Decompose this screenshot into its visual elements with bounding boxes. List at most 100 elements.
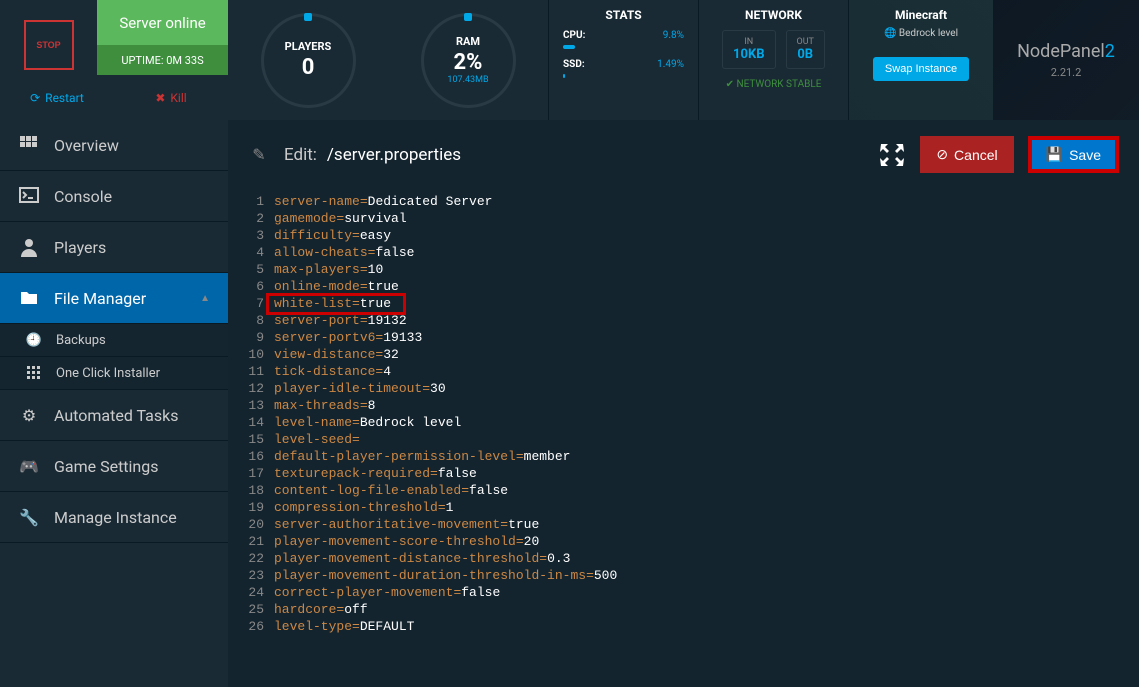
code-line[interactable]: server-portv6=19133 [274,329,1139,346]
network-panel: NETWORK IN10KB OUT0B ✔ NETWORK STABLE [698,0,848,120]
line-number: 12 [238,380,264,397]
grid-icon [18,134,40,156]
line-number: 6 [238,278,264,295]
nav-backups[interactable]: 🕘 Backups [0,324,228,357]
code-line[interactable]: level-seed= [274,431,1139,448]
nav-console[interactable]: Console [0,171,228,222]
code-line[interactable]: white-list=true [274,295,1139,312]
expand-icon[interactable] [878,141,906,169]
apps-icon [26,365,42,381]
line-number: 25 [238,601,264,618]
code-line[interactable]: tick-distance=4 [274,363,1139,380]
cpu-value: 9.8% [663,30,684,41]
line-number: 15 [238,431,264,448]
line-gutter: 1234567891011121314151617181920212223242… [238,193,274,687]
console-icon [18,185,40,207]
line-number: 23 [238,567,264,584]
stats-title: STATS [563,8,684,22]
save-icon: 💾 [1046,146,1063,163]
nav-one-click[interactable]: One Click Installer [0,357,228,390]
clock-icon: 🕘 [26,332,42,348]
nav-game-settings[interactable]: 🎮 Game Settings [0,441,228,492]
code-line[interactable]: level-name=Bedrock level [274,414,1139,431]
line-number: 2 [238,210,264,227]
swap-instance-button[interactable]: Swap Instance [873,57,969,81]
minecraft-panel: Minecraft 🌐 Bedrock level Swap Instance [848,0,993,120]
code-line[interactable]: hardcore=off [274,601,1139,618]
restart-button[interactable]: ⟳ Restart [0,75,114,120]
line-number: 3 [238,227,264,244]
edit-title: Edit: /server.properties [284,145,864,165]
code-line[interactable]: level-type=DEFAULT [274,618,1139,635]
nav-manage-instance[interactable]: 🔧 Manage Instance [0,492,228,543]
uptime: UPTIME: 0M 33S [97,45,228,75]
code-line[interactable]: compression-threshold=1 [274,499,1139,516]
stats-panel: STATS CPU:9.8% SSD:1.49% [548,0,698,120]
line-number: 13 [238,397,264,414]
pencil-icon: ✎ [248,144,270,166]
nav-automated-tasks[interactable]: ⚙ Automated Tasks [0,390,228,441]
code-line[interactable]: online-mode=true [274,278,1139,295]
wrench-icon: 🔧 [18,506,40,528]
save-button[interactable]: 💾 Save [1028,136,1119,173]
line-number: 20 [238,516,264,533]
code-line[interactable]: max-players=10 [274,261,1139,278]
code-line[interactable]: player-movement-score-threshold=20 [274,533,1139,550]
line-number: 9 [238,329,264,346]
code-line[interactable]: server-authoritative-movement=true [274,516,1139,533]
network-out: OUT0B [786,30,825,69]
code-line[interactable]: server-port=19132 [274,312,1139,329]
network-title: NETWORK [713,8,834,22]
ssd-label: SSD: [563,59,585,70]
sidebar: Overview Console Players File Manager ▲ … [0,120,228,687]
gears-icon: ⚙ [18,404,40,426]
code-line[interactable]: player-idle-timeout=30 [274,380,1139,397]
stop-button[interactable]: STOP [24,20,74,70]
nav-overview[interactable]: Overview [0,120,228,171]
code-line[interactable]: texturepack-required=false [274,465,1139,482]
edit-path: /server.properties [327,145,461,165]
nodepanel-version: 2.21.2 [1051,66,1082,79]
nodepanel-logo: NodePanel2 2.21.2 [993,0,1139,120]
kill-icon: ✖ [155,91,165,105]
code-line[interactable]: correct-player-movement=false [274,584,1139,601]
code-editor[interactable]: 1234567891011121314151617181920212223242… [228,189,1139,687]
line-number: 11 [238,363,264,380]
code-line[interactable]: allow-cheats=false [274,244,1139,261]
network-stable: ✔ NETWORK STABLE [713,79,834,90]
code-line[interactable]: max-threads=8 [274,397,1139,414]
line-number: 21 [238,533,264,550]
line-number: 5 [238,261,264,278]
cancel-button[interactable]: ⊘ Cancel [920,136,1013,173]
line-number: 1 [238,193,264,210]
code-body[interactable]: server-name=Dedicated Servergamemode=sur… [274,193,1139,687]
line-number: 24 [238,584,264,601]
players-title: PLAYERS [285,40,332,53]
ram-title: RAM [456,35,480,48]
line-number: 26 [238,618,264,635]
restart-icon: ⟳ [30,91,40,105]
code-line[interactable]: content-log-file-enabled=false [274,482,1139,499]
code-line[interactable]: view-distance=32 [274,346,1139,363]
code-line[interactable]: difficulty=easy [274,227,1139,244]
chevron-up-icon: ▲ [200,293,210,304]
ram-sub: 107.43MB [447,75,488,85]
folder-icon [18,287,40,309]
code-line[interactable]: gamemode=survival [274,210,1139,227]
nav-players[interactable]: Players [0,222,228,273]
ban-icon: ⊘ [936,146,948,163]
code-line[interactable]: server-name=Dedicated Server [274,193,1139,210]
code-line[interactable]: player-movement-distance-threshold=0.3 [274,550,1139,567]
network-in: IN10KB [722,30,775,69]
minecraft-title: Minecraft [857,8,985,22]
players-value: 0 [302,55,315,80]
nav-file-manager[interactable]: File Manager ▲ [0,273,228,324]
code-line[interactable]: default-player-permission-level=member [274,448,1139,465]
players-gauge: PLAYERS 0 [228,0,388,120]
line-number: 22 [238,550,264,567]
gamepad-icon: 🎮 [18,455,40,477]
kill-button[interactable]: ✖ Kill [114,75,228,120]
line-number: 17 [238,465,264,482]
code-line[interactable]: player-movement-duration-threshold-in-ms… [274,567,1139,584]
line-number: 10 [238,346,264,363]
